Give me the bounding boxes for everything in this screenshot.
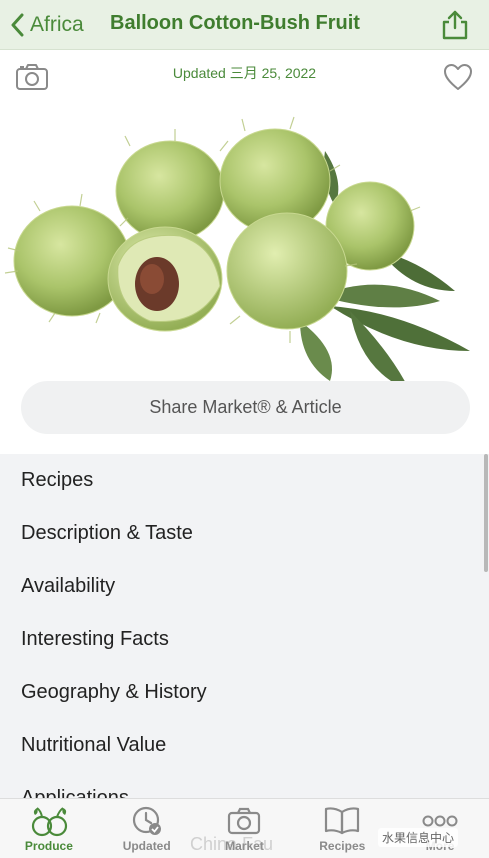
tab-produce[interactable]: Produce bbox=[0, 799, 98, 858]
section-list: Recipes Description & Taste Availability… bbox=[0, 454, 489, 798]
updated-date: Updated 三月 25, 2022 bbox=[172, 65, 317, 81]
page-title: Balloon Cotton-Bush Fruit bbox=[110, 12, 360, 34]
section-description-taste[interactable]: Description & Taste bbox=[0, 507, 489, 560]
tab-updated[interactable]: Updated bbox=[98, 799, 196, 858]
scrollbar[interactable] bbox=[484, 454, 488, 572]
produce-icon bbox=[31, 807, 67, 837]
balloon-cotton-bush-fruit-image bbox=[4, 116, 470, 391]
share-icon[interactable] bbox=[438, 8, 472, 42]
section-applications[interactable]: Applications bbox=[0, 772, 489, 798]
section-geography-history[interactable]: Geography & History bbox=[0, 666, 489, 719]
site-watermark: China Fau bbox=[190, 834, 274, 854]
share-market-article-button[interactable]: Share Market® & Article bbox=[21, 381, 470, 434]
updated-clock-icon bbox=[132, 806, 161, 835]
chevron-left-icon bbox=[11, 13, 24, 37]
section-interesting-facts[interactable]: Interesting Facts bbox=[0, 613, 489, 666]
market-camera-icon bbox=[228, 807, 261, 835]
tab-label: Produce bbox=[24, 839, 73, 853]
section-nutritional-value[interactable]: Nutritional Value bbox=[0, 719, 489, 772]
back-label: Africa bbox=[30, 13, 84, 36]
favorite-heart-icon[interactable] bbox=[442, 62, 474, 92]
product-photo bbox=[0, 51, 489, 391]
tab-label: Updated bbox=[122, 839, 171, 853]
section-availability[interactable]: Availability bbox=[0, 560, 489, 613]
navigation-bar: Africa Balloon Cotton-Bush Fruit bbox=[0, 0, 489, 50]
section-recipes[interactable]: Recipes bbox=[0, 454, 489, 507]
tab-recipes[interactable]: Recipes bbox=[293, 799, 391, 858]
book-icon bbox=[325, 807, 360, 835]
channel-watermark: 水果信息中心 bbox=[378, 828, 459, 847]
tab-label: Recipes bbox=[319, 839, 366, 853]
back-button[interactable]: Africa bbox=[10, 10, 84, 40]
